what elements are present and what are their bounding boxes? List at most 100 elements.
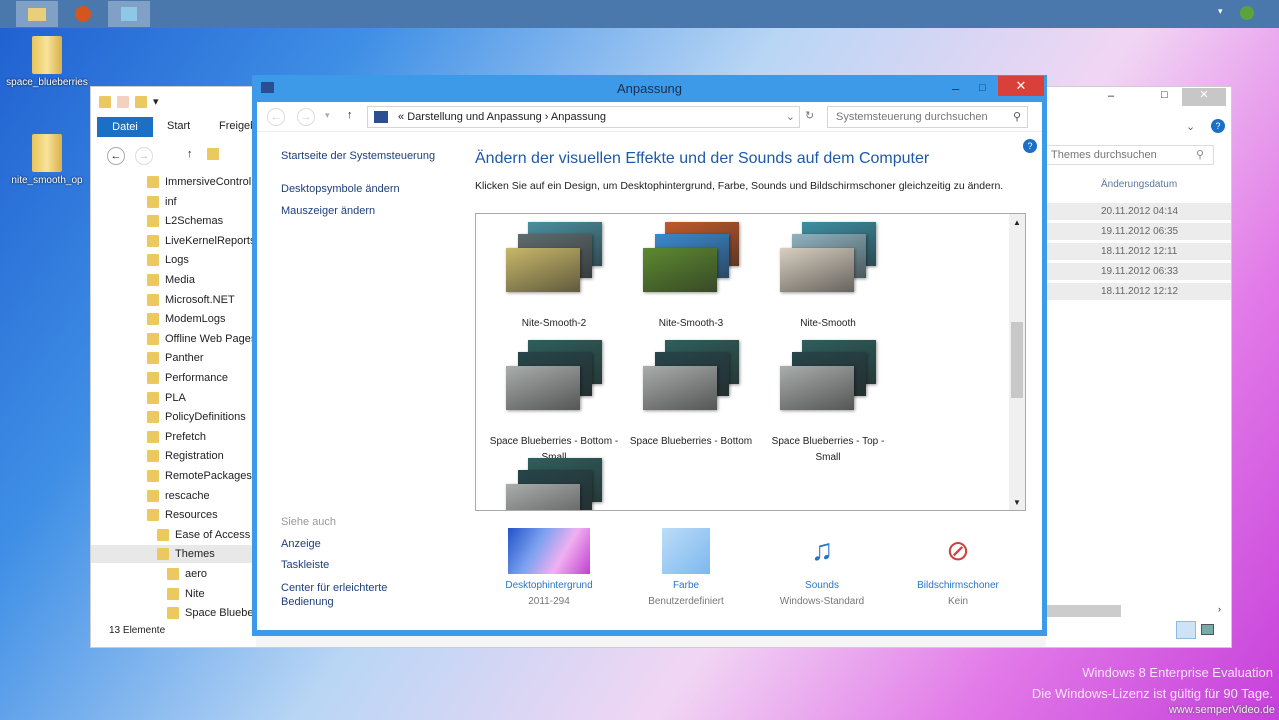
tree-item[interactable]: Nite bbox=[167, 585, 256, 603]
vertical-scrollbar[interactable]: ▲ ▼ bbox=[1009, 214, 1025, 510]
theme-item[interactable]: Space Blueberries - Bottom bbox=[621, 340, 761, 450]
close-button[interactable]: ✕ bbox=[998, 76, 1044, 96]
tree-item[interactable]: Performance bbox=[147, 369, 256, 387]
minimize-button[interactable]: – bbox=[952, 75, 959, 102]
tree-item[interactable]: Space Blueberries bbox=[167, 604, 256, 622]
breadcrumb-item[interactable]: Anpassung bbox=[551, 111, 606, 123]
setting-label: Bildschirmschoner bbox=[917, 580, 999, 591]
tree-item[interactable]: Media bbox=[147, 271, 256, 289]
file-row[interactable]: 19.11.2012 06:33 bbox=[1046, 263, 1231, 281]
tree-item[interactable]: inf bbox=[147, 193, 256, 211]
see-also-display[interactable]: Anzeige bbox=[281, 538, 321, 550]
theme-item[interactable]: Space Blueberries - Top - Small bbox=[758, 340, 898, 466]
minimize-button[interactable]: – bbox=[1108, 90, 1114, 102]
up-button[interactable]: ↑ bbox=[347, 109, 353, 121]
tree-item[interactable]: Logs bbox=[147, 251, 256, 269]
tree-item[interactable]: PolicyDefinitions bbox=[147, 408, 256, 426]
folder-icon bbox=[157, 528, 169, 541]
theme-name: Nite-Smooth-2 bbox=[521, 318, 587, 329]
color-button[interactable]: Farbe Benutzerdefiniert bbox=[621, 528, 751, 607]
ribbon-tab-start[interactable]: Start bbox=[167, 120, 190, 132]
desktop-icon-nite-smooth[interactable]: nite_smooth_op bbox=[2, 134, 92, 186]
folder-icon bbox=[147, 293, 159, 306]
sidebar-link-mouse-pointer[interactable]: Mauszeiger ändern bbox=[281, 205, 375, 217]
sidebar-link-desktop-icons[interactable]: Desktopsymbole ändern bbox=[281, 183, 400, 195]
scroll-down-icon[interactable]: ▼ bbox=[1009, 498, 1025, 507]
theme-item[interactable]: Nite-Smooth-2 bbox=[484, 222, 624, 332]
see-also-ease-of-access[interactable]: Center für erleichterte Bedienung bbox=[281, 581, 411, 609]
theme-name: Nite-Smooth-3 bbox=[658, 318, 724, 329]
tree-item[interactable]: Registration bbox=[147, 447, 256, 465]
file-row[interactable]: 20.11.2012 04:14 bbox=[1046, 203, 1231, 221]
folder-icon bbox=[147, 234, 159, 247]
desktop-background-button[interactable]: Desktophintergrund 2011-294 bbox=[484, 528, 614, 607]
tree-item[interactable]: LiveKernelReports bbox=[147, 232, 256, 250]
search-input[interactable]: Systemsteuerung durchsuchen ⚲ bbox=[827, 106, 1028, 128]
search-input[interactable]: Themes durchsuchen bbox=[1046, 145, 1214, 165]
sounds-button[interactable]: ♫ Sounds Windows-Standard bbox=[757, 528, 887, 607]
scroll-right-icon[interactable]: › bbox=[1218, 604, 1221, 614]
up-button[interactable]: ↑ bbox=[187, 148, 193, 160]
theme-item[interactable] bbox=[484, 458, 624, 510]
quick-access-toolbar[interactable]: ▾ bbox=[99, 95, 159, 109]
tree-item[interactable]: ModemLogs bbox=[147, 310, 256, 328]
column-header-date[interactable]: Änderungsdatum bbox=[1101, 179, 1177, 190]
ribbon-tab-freigeben[interactable]: Freigeben bbox=[219, 120, 255, 132]
search-placeholder: Themes durchsuchen bbox=[1051, 149, 1157, 161]
theme-item[interactable]: Nite-Smooth bbox=[758, 222, 898, 332]
close-button[interactable]: ✕ bbox=[1182, 88, 1226, 106]
file-row[interactable]: 19.11.2012 06:35 bbox=[1046, 223, 1231, 241]
tray-chevron-icon[interactable]: ▾ bbox=[1218, 6, 1223, 17]
tree-item[interactable]: Prefetch bbox=[147, 428, 256, 446]
help-icon[interactable]: ? bbox=[1023, 139, 1037, 153]
file-row[interactable]: 18.11.2012 12:12 bbox=[1046, 283, 1231, 301]
tree-item-label: ImmersiveControlPanel bbox=[165, 176, 256, 188]
tree-item[interactable]: L2Schemas bbox=[147, 212, 256, 230]
recent-dropdown-icon[interactable]: ▾ bbox=[325, 110, 330, 121]
breadcrumb-item[interactable]: Darstellung und Anpassung bbox=[407, 111, 542, 123]
horizontal-scrollbar[interactable] bbox=[1046, 605, 1121, 617]
tree-item[interactable]: Microsoft.NET bbox=[147, 291, 256, 309]
tree-item[interactable]: ImmersiveControlPanel bbox=[147, 173, 256, 191]
desktop-icon-space-blueberries[interactable]: space_blueberries bbox=[2, 36, 92, 88]
taskbar-control-panel[interactable] bbox=[108, 1, 150, 27]
address-dropdown-icon[interactable]: ⌄ bbox=[786, 107, 795, 127]
screensaver-button[interactable]: ⊘ Bildschirmschoner Kein bbox=[893, 528, 1023, 607]
see-also-taskbar[interactable]: Taskleiste bbox=[281, 559, 329, 571]
tree-item[interactable]: Panther bbox=[147, 349, 256, 367]
tree-item[interactable]: rescache bbox=[147, 487, 256, 505]
tree-item[interactable]: aero bbox=[167, 565, 256, 583]
taskbar-firefox[interactable] bbox=[62, 1, 104, 27]
tree-item[interactable]: RemotePackages bbox=[147, 467, 256, 485]
help-icon[interactable]: ? bbox=[1211, 119, 1225, 133]
address-bar[interactable]: « Darstellung und Anpassung › Anpassung … bbox=[367, 106, 800, 128]
tree-item[interactable]: Themes bbox=[91, 545, 256, 564]
forward-button[interactable]: → bbox=[297, 108, 315, 126]
file-row[interactable]: 18.11.2012 12:11 bbox=[1046, 243, 1231, 261]
back-button[interactable]: ← bbox=[107, 147, 125, 165]
tree-item-label: Offline Web Pages bbox=[165, 332, 256, 345]
refresh-button[interactable]: ↻ bbox=[805, 109, 814, 122]
tree-item[interactable]: Offline Web Pages bbox=[147, 330, 256, 348]
theme-item[interactable]: Nite-Smooth-3 bbox=[621, 222, 761, 332]
tree-item[interactable]: Resources bbox=[147, 506, 256, 524]
tree-item-label: PLA bbox=[165, 391, 186, 404]
details-view-button[interactable] bbox=[1176, 621, 1196, 639]
search-icon: ⚲ bbox=[1196, 149, 1205, 161]
large-icons-view-button[interactable] bbox=[1201, 624, 1214, 635]
tree-item-label: Registration bbox=[165, 450, 224, 463]
scrollbar-thumb[interactable] bbox=[1011, 322, 1023, 398]
theme-item[interactable]: Space Blueberries - Bottom - Small bbox=[484, 340, 624, 466]
tree-item[interactable]: Ease of Access Themes bbox=[157, 526, 256, 544]
sidebar-link-home[interactable]: Startseite der Systemsteuerung bbox=[281, 150, 435, 162]
taskbar-file-explorer[interactable] bbox=[16, 1, 58, 27]
back-button[interactable]: ← bbox=[267, 108, 285, 126]
network-icon[interactable] bbox=[1240, 6, 1254, 20]
forward-button[interactable]: → bbox=[135, 147, 153, 165]
ribbon-tab-datei[interactable]: Datei bbox=[97, 117, 153, 137]
maximize-button[interactable]: □ bbox=[1161, 89, 1168, 101]
scroll-up-icon[interactable]: ▲ bbox=[1009, 218, 1025, 227]
ribbon-expand-icon[interactable]: ⌄ bbox=[1186, 120, 1195, 133]
tree-item[interactable]: PLA bbox=[147, 389, 256, 407]
maximize-button[interactable]: □ bbox=[979, 75, 986, 102]
